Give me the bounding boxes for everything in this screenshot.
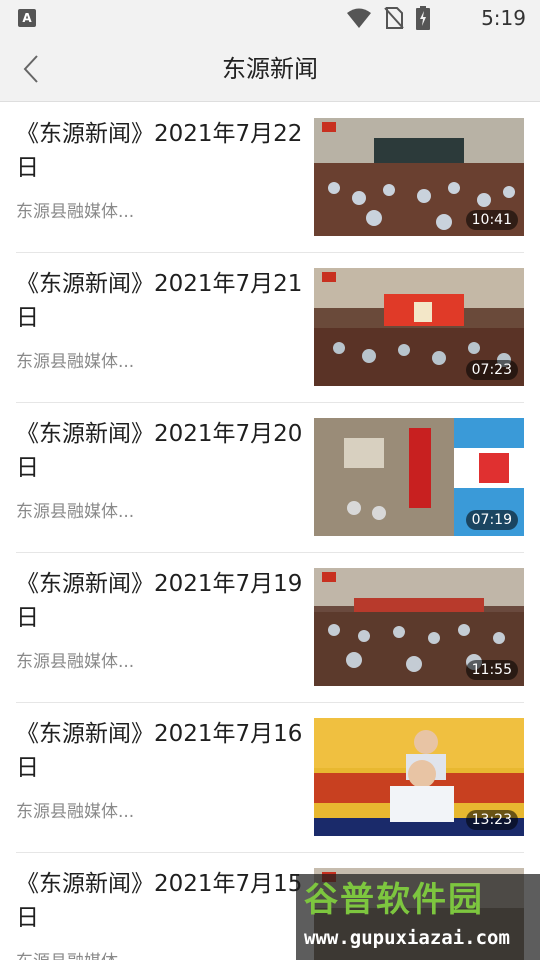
news-source: 东源县融媒体...: [16, 202, 135, 222]
wifi-icon: [347, 8, 371, 28]
news-title: 《东源新闻》2021年7月16日: [16, 721, 303, 781]
news-item[interactable]: 《东源新闻》2021年7月19日 东源县融媒体... 11:55: [0, 553, 540, 703]
news-item[interactable]: 《东源新闻》2021年7月22日 东源县融媒体... 10:41: [0, 103, 540, 253]
video-thumbnail[interactable]: 10:41: [314, 118, 524, 236]
video-duration: 07:19: [465, 510, 518, 530]
news-item[interactable]: 《东源新闻》2021年7月21日 东源县融媒体... 07:23: [0, 253, 540, 403]
video-thumbnail[interactable]: 07:23: [314, 268, 524, 386]
status-bar: A 5:19: [0, 0, 540, 37]
top-bar: 东源新闻: [0, 37, 540, 102]
news-item[interactable]: 《东源新闻》2021年7月20日 东源县融媒体... 07:19: [0, 403, 540, 553]
video-duration: 07:23: [465, 360, 518, 380]
video-thumbnail[interactable]: 11:55: [314, 568, 524, 686]
news-item[interactable]: 《东源新闻》2021年7月16日 东源县融媒体... 13:23: [0, 703, 540, 853]
page-title: 东源新闻: [222, 55, 318, 83]
news-source: 东源县融媒体...: [16, 802, 135, 822]
status-icons: [346, 6, 430, 30]
video-thumbnail[interactable]: 13:23: [314, 718, 524, 836]
app-notification-icon: A: [18, 9, 36, 27]
battery-charging-icon: [416, 6, 430, 30]
video-duration: 11:55: [465, 660, 518, 680]
video-duration: 10:41: [465, 210, 518, 230]
no-sim-icon: [384, 7, 404, 29]
watermark-url: www.gupuxiazai.com: [304, 927, 510, 949]
video-duration: 13:23: [465, 810, 518, 830]
news-source: 东源县融媒体...: [16, 502, 135, 522]
news-title: 《东源新闻》2021年7月19日: [16, 571, 303, 631]
site-watermark: 谷普软件园 www.gupuxiazai.com: [296, 874, 540, 960]
news-title: 《东源新闻》2021年7月15日: [16, 871, 303, 931]
news-title: 《东源新闻》2021年7月22日: [16, 121, 303, 181]
news-title: 《东源新闻》2021年7月20日: [16, 421, 303, 481]
status-time: 5:19: [481, 6, 526, 30]
watermark-name: 谷普软件园: [304, 880, 484, 920]
news-source: 东源县融媒体...: [16, 352, 135, 372]
video-thumbnail[interactable]: 07:19: [314, 418, 524, 536]
news-source: 东源县融媒体...: [16, 951, 134, 960]
news-title: 《东源新闻》2021年7月21日: [16, 271, 303, 331]
news-list: 《东源新闻》2021年7月22日 东源县融媒体... 10:41 《东源新闻》2…: [0, 103, 540, 960]
news-source: 东源县融媒体...: [16, 652, 135, 672]
